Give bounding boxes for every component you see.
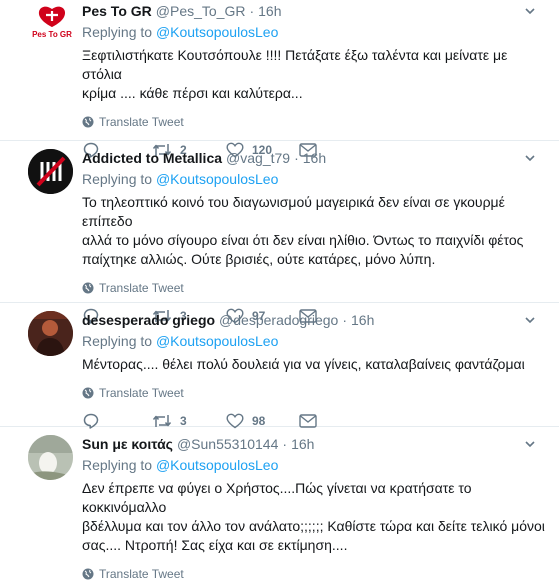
translate-label: Translate Tweet (99, 386, 184, 400)
replying-to-label: Replying to (82, 457, 153, 473)
tweet-text: Δεν έπρεπε να φύγει ο Χρήστος....Πώς γίν… (82, 479, 547, 555)
metallica-logo-icon (28, 149, 73, 194)
globe-icon (82, 282, 94, 294)
tweet-text-line: σας.... Ντροπή! Σας είχα και σε εκτίμηση… (82, 537, 348, 553)
chevron-down-icon[interactable] (525, 315, 535, 325)
separator-dot: · (342, 312, 348, 328)
avatar[interactable] (28, 435, 73, 480)
timestamp[interactable]: 16h (303, 149, 326, 167)
tweet-text-line: παίχτηκε αλλιώς. Ούτε βρισιές, ούτε κατά… (82, 251, 436, 267)
tweet-text: Μέντορας.... θέλει πολύ δουλειά για να γ… (82, 355, 547, 374)
replying-to-label: Replying to (82, 171, 153, 187)
tweet-text-line: Ξεφτιλιστήκατε Κουτσόπουλε !!!! Πετάξατε… (82, 47, 508, 82)
tweet-text-line: αλλά το μόνο σίγουρο είναι ότι δεν είναι… (82, 232, 524, 248)
tweet-text-line: Το τηλεοπτικό κοινό του διαγωνισμού μαγε… (82, 194, 505, 229)
author-handle[interactable]: @desperadogriego (219, 311, 338, 329)
tweet-text-line: Δεν έπρεπε να φύγει ο Χρήστος....Πώς γίν… (82, 480, 472, 515)
user-photo-icon (28, 435, 73, 480)
mention-link[interactable]: @KoutsopoulosLeo (156, 171, 278, 187)
author-name[interactable]: Addicted to Metallica (82, 149, 222, 167)
timestamp[interactable]: 16h (258, 2, 281, 20)
author-handle[interactable]: @Sun55310144 (177, 435, 278, 453)
tweet-text-line: κρίμα .... κάθε πέρσι και καλύτερα... (82, 85, 303, 101)
author-handle[interactable]: @vag_t79 (226, 149, 290, 167)
retweet-count: 3 (180, 414, 187, 428)
envelope-icon (299, 414, 317, 428)
replying-to: Replying to @KoutsopoulosLeo (82, 456, 547, 474)
svg-text:Pes To GR: Pes To GR (32, 30, 72, 39)
replying-to: Replying to @KoutsopoulosLeo (82, 23, 547, 41)
tweet-text-line: βδέλλυμα και τον άλλο τον ανάλατο;;;;;; … (82, 518, 545, 534)
chevron-down-icon[interactable] (525, 6, 535, 16)
avatar[interactable] (28, 149, 73, 194)
globe-icon (82, 568, 94, 580)
separator-dot: · (249, 3, 255, 19)
translate-tweet-link[interactable]: Translate Tweet (82, 566, 547, 582)
translate-label: Translate Tweet (99, 281, 184, 295)
timestamp[interactable]: 16h (351, 311, 374, 329)
translate-tweet-link[interactable]: Translate Tweet (82, 385, 547, 401)
translate-label: Translate Tweet (99, 567, 184, 581)
globe-icon (82, 387, 94, 399)
replying-to-label: Replying to (82, 333, 153, 349)
tweet-text: Το τηλεοπτικό κοινό του διαγωνισμού μαγε… (82, 193, 547, 269)
avatar[interactable]: Pes To GR (30, 3, 74, 41)
author-name[interactable]: Sun με κοιτάς (82, 435, 173, 453)
mention-link[interactable]: @KoutsopoulosLeo (156, 457, 278, 473)
author-name[interactable]: desesperado griego (82, 311, 215, 329)
author-name[interactable]: Pes To GR (82, 2, 152, 20)
separator-dot: · (282, 436, 288, 452)
tweet[interactable]: Addicted to Metallica @vag_t79 · 16h Rep… (0, 141, 559, 324)
replying-to: Replying to @KoutsopoulosLeo (82, 332, 547, 350)
translate-tweet-link[interactable]: Translate Tweet (82, 114, 547, 130)
mention-link[interactable]: @KoutsopoulosLeo (156, 24, 278, 40)
tweet[interactable]: Sun με κοιτάς @Sun55310144 · 16h Replyin… (0, 427, 559, 581)
replying-to: Replying to @KoutsopoulosLeo (82, 170, 547, 188)
translate-label: Translate Tweet (99, 115, 184, 129)
tweet[interactable]: desesperado griego @desperadogriego · 16… (0, 303, 559, 429)
replying-to-label: Replying to (82, 24, 153, 40)
translate-tweet-link[interactable]: Translate Tweet (82, 280, 547, 296)
chevron-down-icon[interactable] (525, 153, 535, 163)
tweet-text-line: Μέντορας.... θέλει πολύ δουλειά για να γ… (82, 356, 525, 372)
chevron-down-icon[interactable] (525, 439, 535, 449)
globe-icon (82, 116, 94, 128)
avatar[interactable] (28, 311, 73, 356)
mention-link[interactable]: @KoutsopoulosLeo (156, 333, 278, 349)
separator-dot: · (294, 150, 299, 166)
tweet-text: Ξεφτιλιστήκατε Κουτσόπουλε !!!! Πετάξατε… (82, 46, 547, 103)
author-handle[interactable]: @Pes_To_GR (156, 2, 246, 20)
pes-to-gr-logo-icon: Pes To GR (32, 6, 72, 39)
user-photo-icon (28, 311, 73, 356)
like-count: 98 (252, 414, 266, 428)
tweet[interactable]: Pes To GR Pes To GR @Pes_To_GR · 16h Rep… (0, 0, 559, 158)
timestamp[interactable]: 16h (291, 435, 314, 453)
